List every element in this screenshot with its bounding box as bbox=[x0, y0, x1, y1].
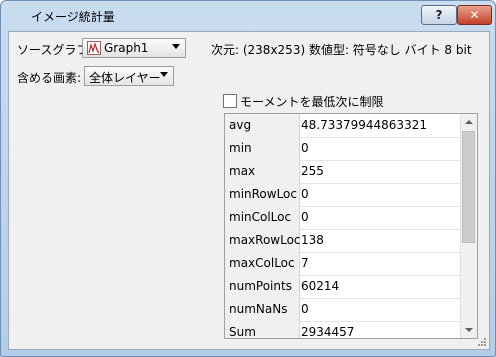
include-pixels-value: 全体レイヤー bbox=[89, 71, 161, 85]
stat-key: numNaNs bbox=[225, 298, 300, 321]
stat-key: minColLoc bbox=[225, 206, 300, 229]
stat-value: 2934457 bbox=[301, 325, 355, 339]
table-row: maxColLoc 7 bbox=[225, 252, 462, 276]
scroll-up-icon[interactable] bbox=[461, 114, 477, 130]
dialog-window: イメージ統計量 ? ✕ ソースグラフ: Graph1 次元: (238x253)… bbox=[0, 0, 496, 357]
stat-value: 0 bbox=[301, 141, 309, 155]
window-title: イメージ統計量 bbox=[31, 10, 115, 24]
statistics-table: avg 48.73379944863321 min 0 max 255 minR… bbox=[224, 113, 478, 339]
dialog-body: ソースグラフ: Graph1 次元: (238x253) 数値型: 符号なし バ… bbox=[8, 31, 490, 350]
stat-value: 255 bbox=[301, 164, 324, 178]
table-row: min 0 bbox=[225, 137, 462, 161]
dimension-info: 次元: (238x253) 数値型: 符号なし バイト 8 bit bbox=[211, 43, 472, 57]
resize-grip-icon[interactable] bbox=[477, 337, 487, 347]
title-bar[interactable]: イメージ統計量 ? ✕ bbox=[1, 1, 495, 29]
scrollbar-thumb[interactable] bbox=[462, 131, 475, 243]
include-pixels-label: 含める画素: bbox=[17, 71, 82, 85]
stat-value: 60214 bbox=[301, 279, 340, 293]
stat-value: 0 bbox=[301, 187, 309, 201]
source-graph-value: Graph1 bbox=[104, 41, 149, 55]
stat-value: 7 bbox=[301, 256, 309, 270]
include-pixels-dropdown[interactable]: 全体レイヤー bbox=[84, 66, 174, 86]
table-row: minRowLoc 0 bbox=[225, 183, 462, 207]
stat-value: 0 bbox=[301, 210, 309, 224]
moment-checkbox[interactable] bbox=[223, 94, 237, 108]
chevron-down-icon bbox=[160, 72, 168, 77]
help-button[interactable]: ? bbox=[421, 5, 457, 25]
stat-key: max bbox=[225, 160, 300, 183]
table-row: Sum 2934457 bbox=[225, 321, 462, 339]
chevron-down-icon bbox=[172, 44, 180, 49]
table-row: minColLoc 0 bbox=[225, 206, 462, 230]
stat-value: 0 bbox=[301, 302, 309, 316]
scroll-down-icon[interactable] bbox=[461, 322, 477, 338]
table-row: numPoints 60214 bbox=[225, 275, 462, 299]
table-row: max 255 bbox=[225, 160, 462, 184]
table-row: maxRowLoc 138 bbox=[225, 229, 462, 253]
stat-key: min bbox=[225, 137, 300, 160]
vertical-scrollbar[interactable] bbox=[460, 114, 477, 338]
stat-key: Sum bbox=[225, 321, 300, 338]
stat-value: 138 bbox=[301, 233, 324, 247]
graph-icon bbox=[87, 41, 101, 55]
stat-value: 48.73379944863321 bbox=[301, 118, 427, 132]
stat-key: numPoints bbox=[225, 275, 300, 298]
stat-key: maxColLoc bbox=[225, 252, 300, 275]
close-button[interactable]: ✕ bbox=[457, 5, 492, 25]
source-graph-dropdown[interactable]: Graph1 bbox=[82, 38, 186, 58]
stat-key: minRowLoc bbox=[225, 183, 300, 206]
table-row: avg 48.73379944863321 bbox=[225, 114, 462, 138]
table-row: numNaNs 0 bbox=[225, 298, 462, 322]
moment-checkbox-label[interactable]: モーメントを最低次に制限 bbox=[240, 93, 384, 110]
stat-key: avg bbox=[225, 114, 300, 137]
stat-key: maxRowLoc bbox=[225, 229, 301, 252]
